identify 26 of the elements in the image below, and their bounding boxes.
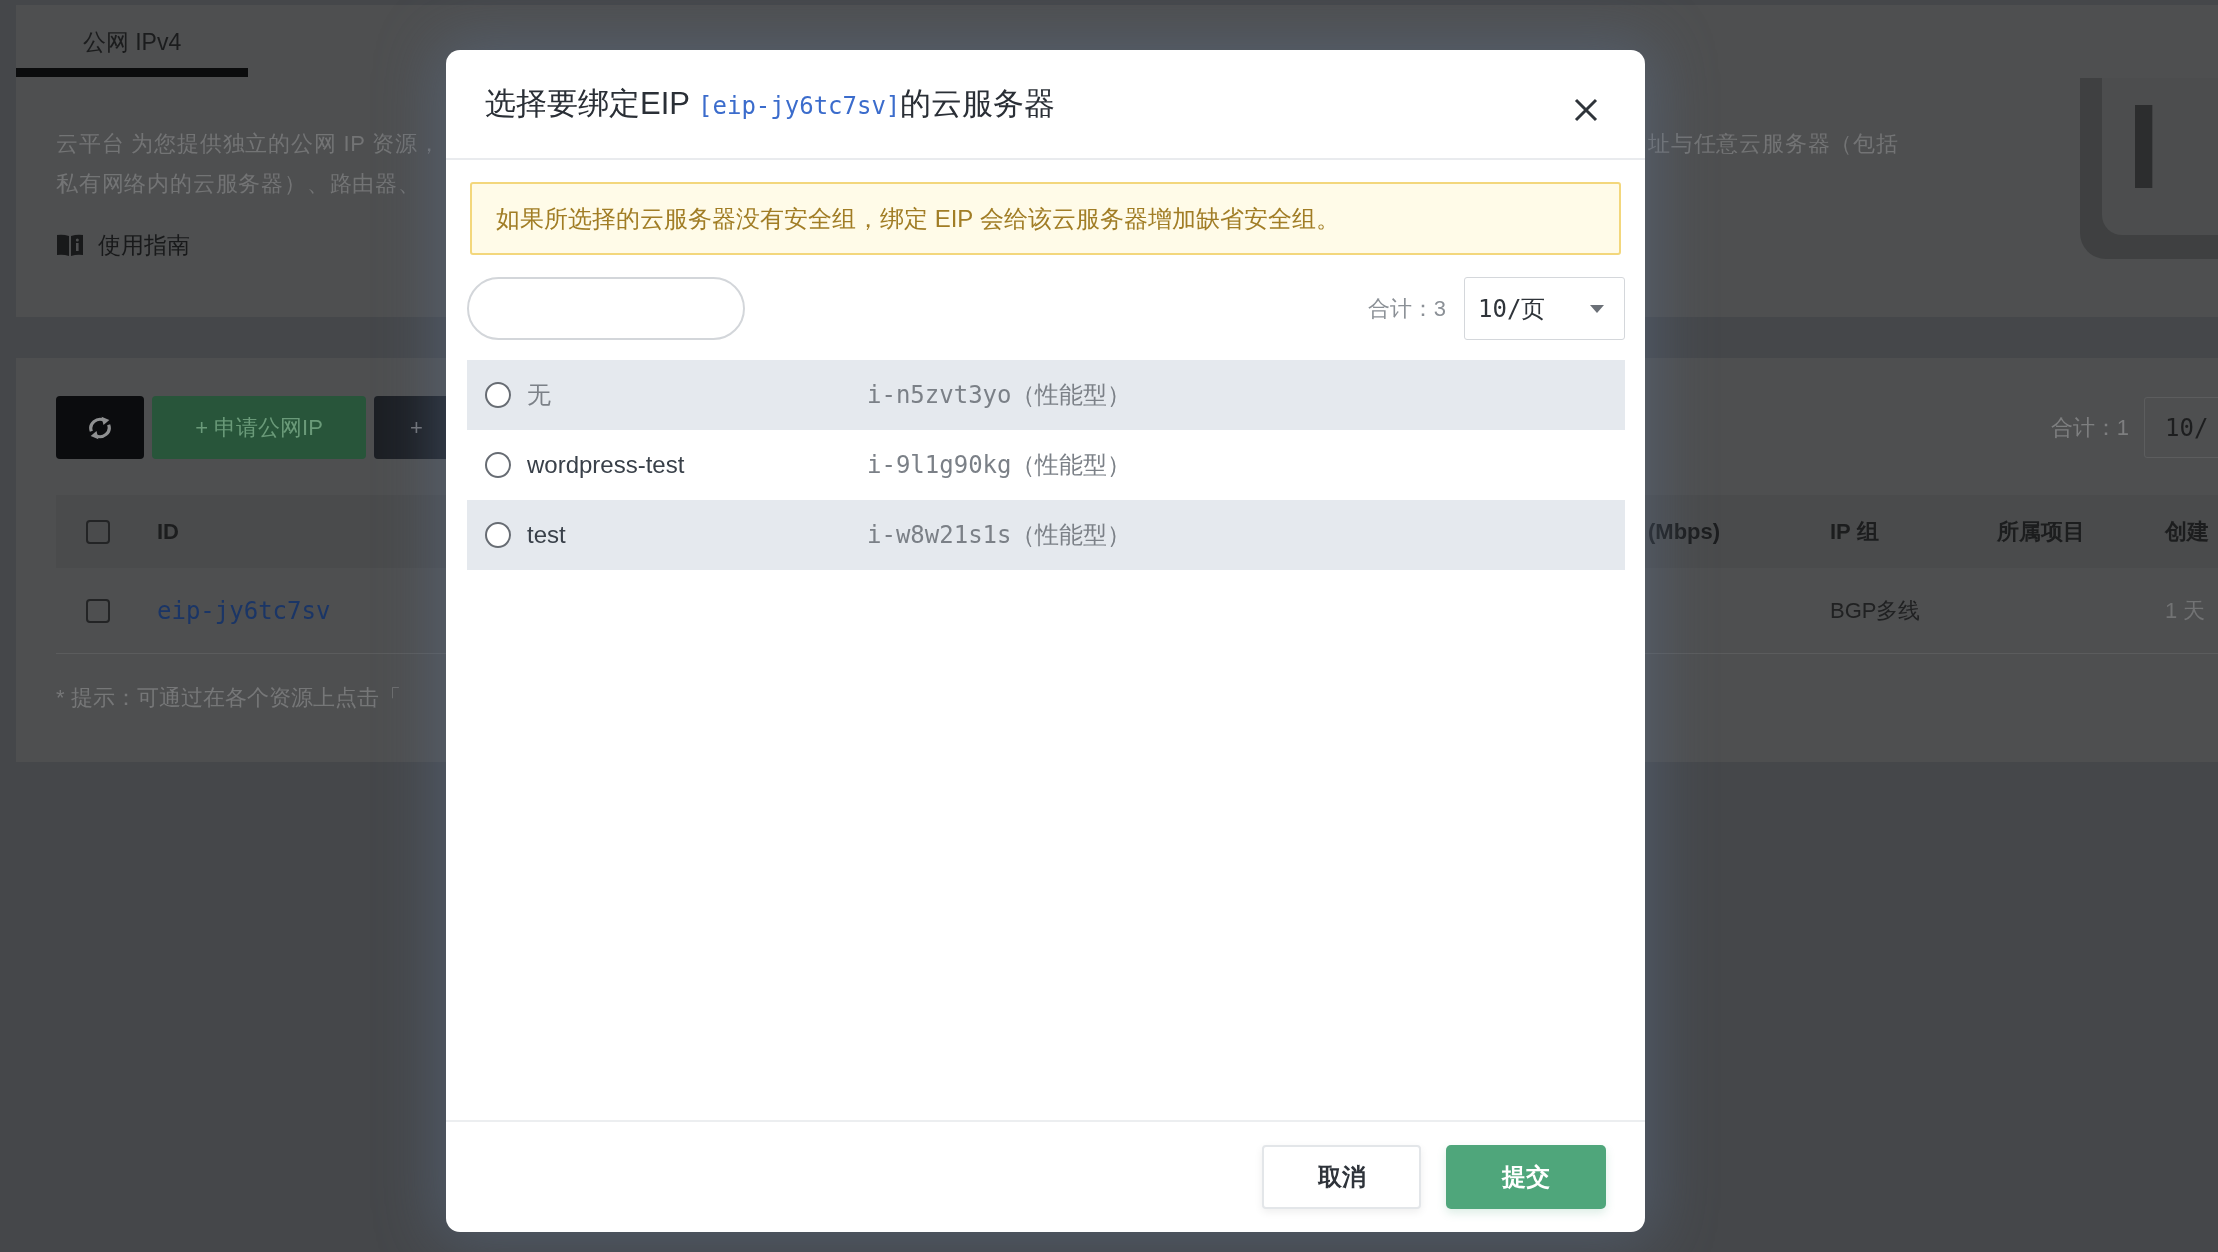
refresh-button[interactable] [56, 396, 144, 459]
refresh-icon [88, 415, 112, 440]
radio-button[interactable] [485, 452, 511, 478]
warning-message: 如果所选择的云服务器没有安全组，绑定 EIP 会给该云服务器增加缺省安全组。 [470, 182, 1621, 255]
apply-ip-button[interactable]: + 申请公网IP [152, 396, 366, 459]
instance-id: i-w8w21s1s（性能型） [867, 520, 1132, 551]
server-option[interactable]: 无 i-n5zvt3yo（性能型） [467, 360, 1625, 430]
page-size-select[interactable]: 10/页 [1464, 277, 1625, 340]
close-icon[interactable] [1574, 98, 1598, 122]
checkbox[interactable] [86, 598, 110, 623]
radio-button[interactable] [485, 522, 511, 548]
instance-id: i-n5zvt3yo（性能型） [867, 380, 1132, 411]
book-icon [57, 234, 83, 256]
cancel-button[interactable]: 取消 [1262, 1145, 1421, 1209]
server-name: wordpress-test [527, 451, 685, 479]
total-count: 合计：3 [1367, 294, 1446, 323]
server-name: 无 [527, 380, 551, 410]
instance-id: i-9l1g90kg（性能型） [867, 450, 1132, 481]
dialog-title: 选择要绑定EIP [eip-jy6tc7sv]的云服务器 [485, 85, 1056, 123]
checkbox[interactable] [86, 519, 110, 544]
radio-button[interactable] [485, 382, 511, 408]
server-name: test [527, 521, 566, 549]
server-option[interactable]: test i-w8w21s1s（性能型） [467, 500, 1625, 570]
caret-icon [1590, 304, 1604, 313]
toolbar-button[interactable]: + [374, 396, 446, 459]
submit-button[interactable]: 提交 [1446, 1145, 1606, 1209]
